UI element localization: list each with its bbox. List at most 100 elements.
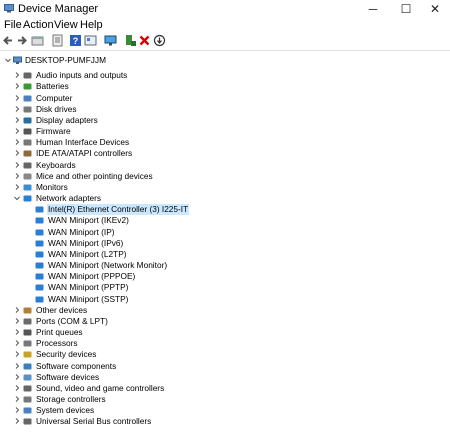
tree-category-row[interactable]: Network adapters <box>0 193 450 204</box>
tree-root[interactable]: DESKTOP-PUMFJJM <box>0 55 450 66</box>
keyboard-icon <box>23 162 32 169</box>
tree-category-label: Computer <box>36 92 73 103</box>
properties-icon[interactable] <box>31 34 44 47</box>
mouse-icon <box>23 173 32 180</box>
forward-icon[interactable] <box>15 34 28 47</box>
tree-category-row[interactable]: Human Interface Devices <box>0 137 450 148</box>
tree-category-row[interactable]: Keyboards <box>0 160 450 171</box>
tree-category-row[interactable]: Firmware <box>0 126 450 137</box>
expand-chevron-icon[interactable] <box>13 349 21 360</box>
tree-category-row[interactable]: Other devices <box>0 305 450 316</box>
expand-chevron-icon[interactable] <box>13 394 21 405</box>
tree-category-label: Security devices <box>36 349 97 360</box>
other-icon <box>23 307 32 314</box>
adapter-icon <box>35 206 44 213</box>
sound-icon <box>23 385 32 392</box>
tree-device-row[interactable]: WAN Miniport (Network Monitor) <box>0 260 450 271</box>
tree-device-row[interactable]: WAN Miniport (IPv6) <box>0 238 450 249</box>
tree-category-row[interactable]: Processors <box>0 338 450 349</box>
menu-action[interactable]: Action <box>23 19 54 31</box>
tree-category-row[interactable]: Security devices <box>0 349 450 360</box>
driver-icon[interactable] <box>51 34 64 47</box>
collapse-chevron-icon[interactable] <box>4 55 12 66</box>
tree-category-row[interactable]: Universal Serial Bus controllers <box>0 416 450 427</box>
security-icon <box>23 351 32 358</box>
expand-chevron-icon[interactable] <box>13 93 21 104</box>
expand-chevron-icon[interactable] <box>13 81 21 92</box>
expand-chevron-icon[interactable] <box>13 115 21 126</box>
menu-view[interactable]: View <box>54 19 78 31</box>
uninstall-icon[interactable] <box>138 34 151 47</box>
expand-chevron-icon[interactable] <box>13 327 21 338</box>
tree-device-label: WAN Miniport (PPPOE) <box>48 271 136 282</box>
usb-icon <box>23 418 32 425</box>
tree-category-row[interactable]: Sound, video and game controllers <box>0 383 450 394</box>
tree-category-label: Print queues <box>36 327 83 338</box>
title-bar: Device Manager ─ ☐ ✕ <box>0 0 450 18</box>
tree-category-row[interactable]: Display adapters <box>0 115 450 126</box>
expand-chevron-icon[interactable] <box>13 305 21 316</box>
expand-chevron-icon[interactable] <box>13 126 21 137</box>
close-button[interactable]: ✕ <box>420 0 450 18</box>
tree-category-row[interactable]: System devices <box>0 405 450 416</box>
tree-device-row[interactable]: WAN Miniport (IKEv2) <box>0 215 450 226</box>
monitor-icon <box>23 184 32 191</box>
expand-chevron-icon[interactable] <box>13 148 21 159</box>
tree-category-label: Batteries <box>36 81 69 92</box>
expand-chevron-icon[interactable] <box>13 416 21 427</box>
tree-device-row[interactable]: WAN Miniport (PPTP) <box>0 282 450 293</box>
battery-icon <box>23 83 32 90</box>
expand-chevron-icon[interactable] <box>13 361 21 372</box>
tree-device-row[interactable]: WAN Miniport (PPPOE) <box>0 271 450 282</box>
tree-category-row[interactable]: Ports (COM & LPT) <box>0 316 450 327</box>
add-device-icon[interactable] <box>124 34 137 47</box>
tree-device-row[interactable]: Intel(R) Ethernet Controller (3) I225-IT <box>0 204 450 216</box>
tree-category-label: Storage controllers <box>36 394 106 405</box>
tree-category-label: Mice and other pointing devices <box>36 170 153 181</box>
expand-chevron-icon[interactable] <box>13 405 21 416</box>
help-icon[interactable]: ? <box>69 34 82 47</box>
tree-device-row[interactable]: WAN Miniport (IP) <box>0 227 450 238</box>
expand-chevron-icon[interactable] <box>13 104 21 115</box>
download-icon[interactable] <box>153 34 166 47</box>
cpu-icon <box>23 340 32 347</box>
tree-category-row[interactable]: Software components <box>0 361 450 372</box>
storage-icon <box>23 396 32 403</box>
tree-category-row[interactable]: IDE ATA/ATAPI controllers <box>0 148 450 159</box>
tree-category-row[interactable]: Monitors <box>0 182 450 193</box>
adapter-icon <box>35 273 44 280</box>
tree-device-label: WAN Miniport (SSTP) <box>48 293 129 304</box>
expand-chevron-icon[interactable] <box>13 316 21 327</box>
expand-chevron-icon[interactable] <box>13 383 21 394</box>
tree-device-row[interactable]: WAN Miniport (SSTP) <box>0 294 450 305</box>
tree-category-row[interactable]: Mice and other pointing devices <box>0 171 450 182</box>
expand-chevron-icon[interactable] <box>13 137 21 148</box>
tree-category-label: Sound, video and game controllers <box>36 382 165 393</box>
tree-category-row[interactable]: Disk drives <box>0 104 450 115</box>
update-icon[interactable] <box>84 34 97 47</box>
network-icon <box>23 195 32 202</box>
expand-chevron-icon[interactable] <box>13 372 21 383</box>
expand-chevron-icon[interactable] <box>13 160 21 171</box>
menu-file[interactable]: File <box>4 19 22 31</box>
tree-device-row[interactable]: WAN Miniport (L2TP) <box>0 249 450 260</box>
expand-chevron-icon[interactable] <box>13 171 21 182</box>
expand-chevron-icon[interactable] <box>13 182 21 193</box>
tree-category-row[interactable]: Computer <box>0 93 450 104</box>
device-manager-icon <box>4 4 14 13</box>
monitor-icon[interactable] <box>104 34 117 47</box>
adapter-icon <box>35 217 44 224</box>
collapse-chevron-icon[interactable] <box>13 193 21 204</box>
tree-category-row[interactable]: Batteries <box>0 81 450 92</box>
menu-help[interactable]: Help <box>80 19 103 31</box>
maximize-button[interactable]: ☐ <box>391 0 421 18</box>
tree-category-row[interactable]: Audio inputs and outputs <box>0 70 450 81</box>
expand-chevron-icon[interactable] <box>13 70 21 81</box>
back-icon[interactable] <box>2 34 15 47</box>
expand-chevron-icon[interactable] <box>13 338 21 349</box>
tree-category-row[interactable]: Storage controllers <box>0 394 450 405</box>
tree-category-row[interactable]: Software devices <box>0 372 450 383</box>
minimize-button[interactable]: ─ <box>358 0 388 18</box>
menu-bar: File Action View Help <box>0 18 450 32</box>
tree-category-row[interactable]: Print queues <box>0 327 450 338</box>
